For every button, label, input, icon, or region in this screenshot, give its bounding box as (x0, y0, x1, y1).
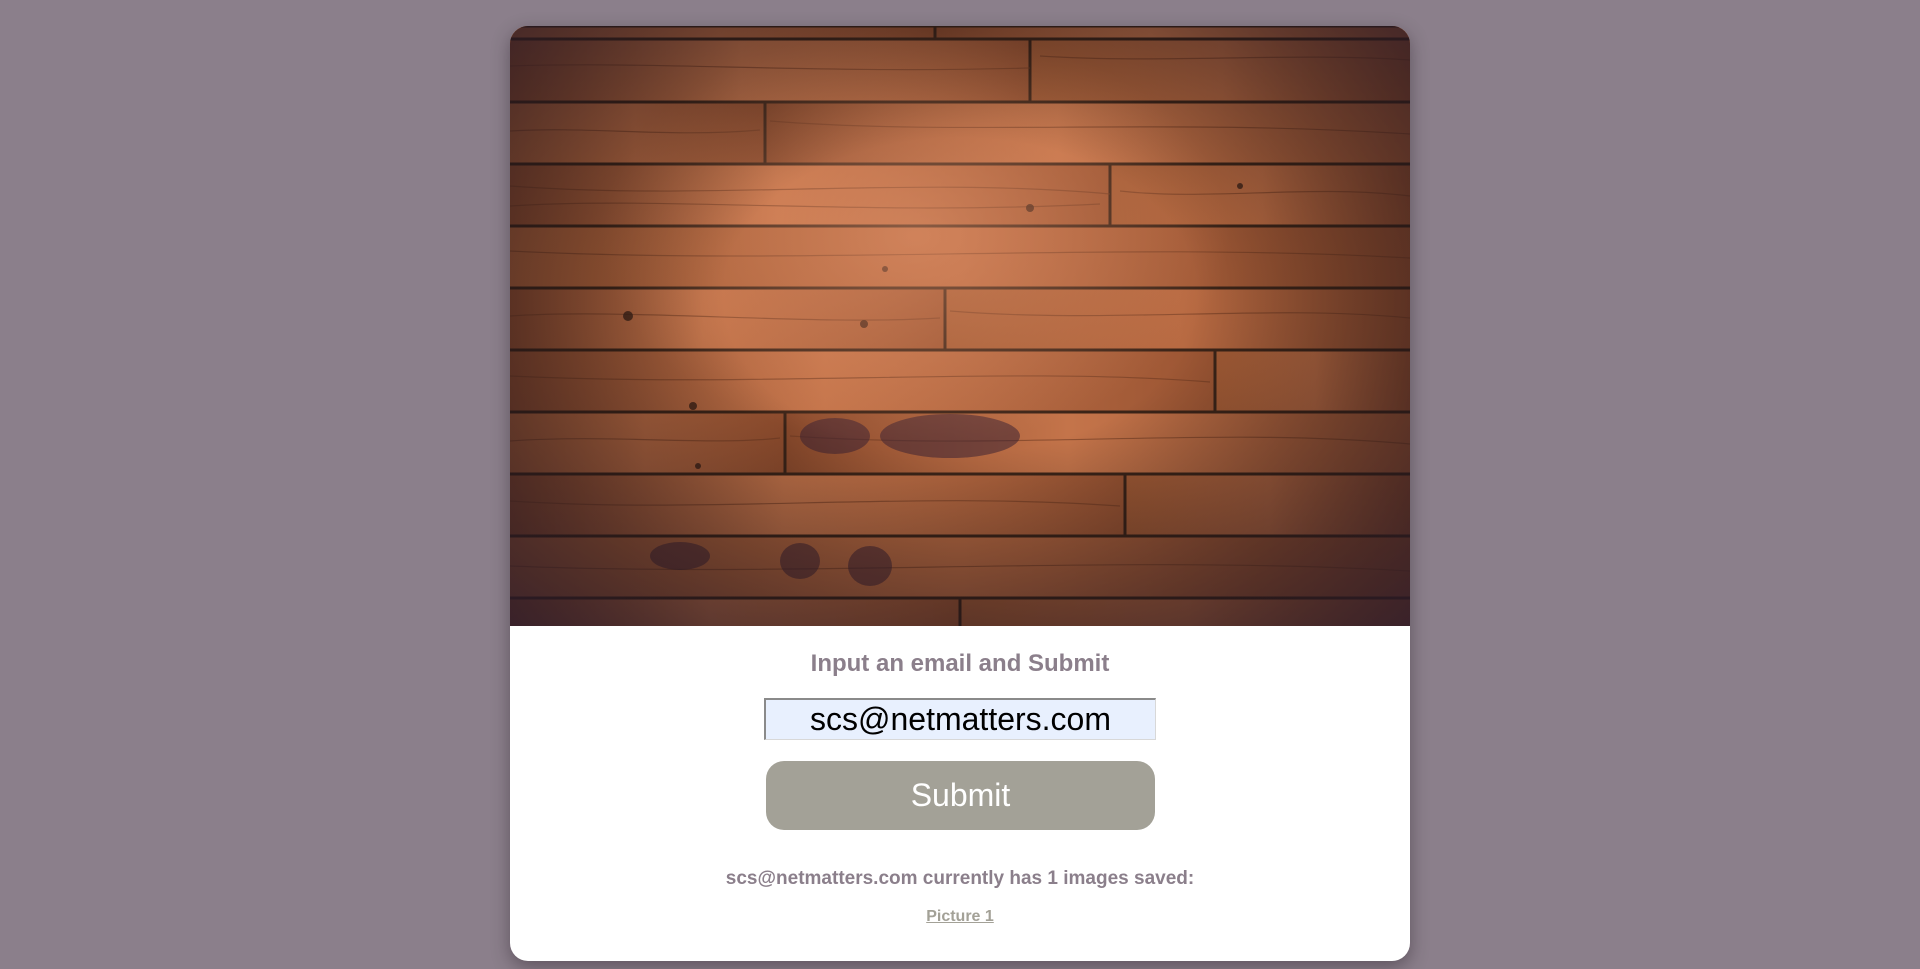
email-form: Input an email and Submit Submit scs@net… (510, 626, 1410, 961)
saved-images-status: scs@netmatters.com currently has 1 image… (725, 868, 1195, 889)
form-heading: Input an email and Submit (810, 650, 1110, 677)
submit-button[interactable]: Submit (766, 761, 1155, 830)
wood-planks-graphic (510, 26, 1410, 626)
main-card: Input an email and Submit Submit scs@net… (510, 26, 1410, 961)
wood-floor-photo (510, 26, 1410, 626)
saved-images-list: Picture 1 (510, 908, 1410, 926)
email-input[interactable] (764, 698, 1156, 740)
picture-link[interactable]: Picture 1 (926, 908, 994, 925)
